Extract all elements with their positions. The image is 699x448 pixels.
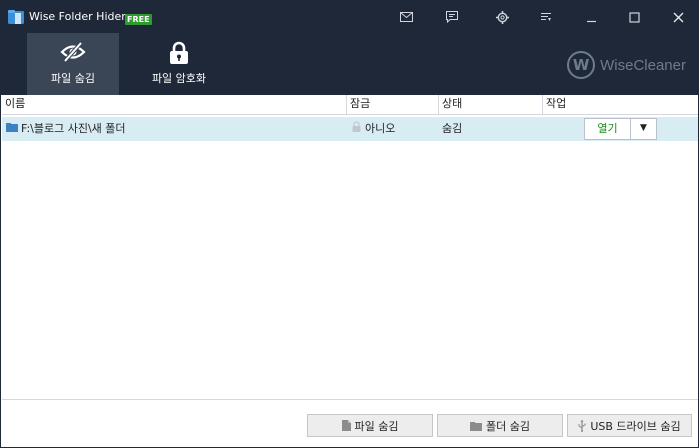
hide-file-label: 파일 숨김 [354,419,399,433]
table-header: 이름 잠금 상태 작업 [2,95,698,115]
open-button[interactable]: 열기 [585,119,631,139]
wisecleaner-logo: W WiseCleaner [567,51,686,79]
hide-usb-button[interactable]: USB 드라이브 숨김 [567,414,692,437]
tab-file-encrypt-label: 파일 암호화 [151,72,207,85]
feedback-icon[interactable] [441,7,463,27]
app-title: Wise Folder Hider [29,10,126,23]
lock-icon [352,117,361,140]
row-name-cell: F:\블로그 사진\새 폴더 [6,117,346,141]
column-header-name[interactable]: 이름 [2,95,347,114]
hidden-eye-icon [60,41,86,66]
settings-icon[interactable] [491,7,513,27]
row-path: F:\블로그 사진\새 폴더 [21,122,126,135]
tab-file-hide[interactable]: 파일 숨김 [27,33,119,95]
menu-icon[interactable] [535,7,557,27]
row-lock-value: 아니오 [365,122,396,135]
open-dropdown-button[interactable]: ▼ [631,119,656,139]
padlock-icon [168,41,190,68]
brand-mark: W [567,51,596,79]
mail-icon[interactable] [395,7,417,27]
folder-icon [470,421,482,431]
brand-text: WiseCleaner [600,56,686,74]
maximize-icon[interactable] [623,7,645,27]
row-status: 숨김 [442,122,463,135]
file-icon [341,420,351,431]
tab-file-encrypt[interactable]: 파일 암호화 [133,33,225,95]
folder-icon [6,117,18,140]
top-nav: 파일 숨김 파일 암호화 W WiseCleaner [1,33,698,95]
open-split-button: 열기 ▼ [584,118,657,140]
hide-folder-button[interactable]: 폴더 숨김 [437,414,563,437]
close-icon[interactable] [667,7,689,27]
column-header-action[interactable]: 작업 [543,95,698,114]
hide-folder-label: 폴더 숨김 [486,419,530,433]
app-window: Wise Folder Hider FREE 파일 숨김 파일 암호화 W Wi… [0,0,699,448]
free-badge: FREE [125,14,152,25]
title-bar: Wise Folder Hider FREE [1,1,698,33]
row-lock-cell: 아니오 [352,117,438,141]
table-row[interactable]: F:\블로그 사진\새 폴더 아니오 숨김 열기 ▼ [2,117,698,141]
column-header-lock[interactable]: 잠금 [347,95,439,114]
hide-file-button[interactable]: 파일 숨김 [307,414,433,437]
hide-usb-label: USB 드라이브 숨김 [590,419,681,433]
tab-file-hide-label: 파일 숨김 [51,72,95,85]
usb-icon [578,419,586,432]
app-logo-icon [7,8,25,26]
footer-divider [2,399,698,400]
column-header-status[interactable]: 상태 [439,95,543,114]
minimize-icon[interactable] [580,7,602,27]
